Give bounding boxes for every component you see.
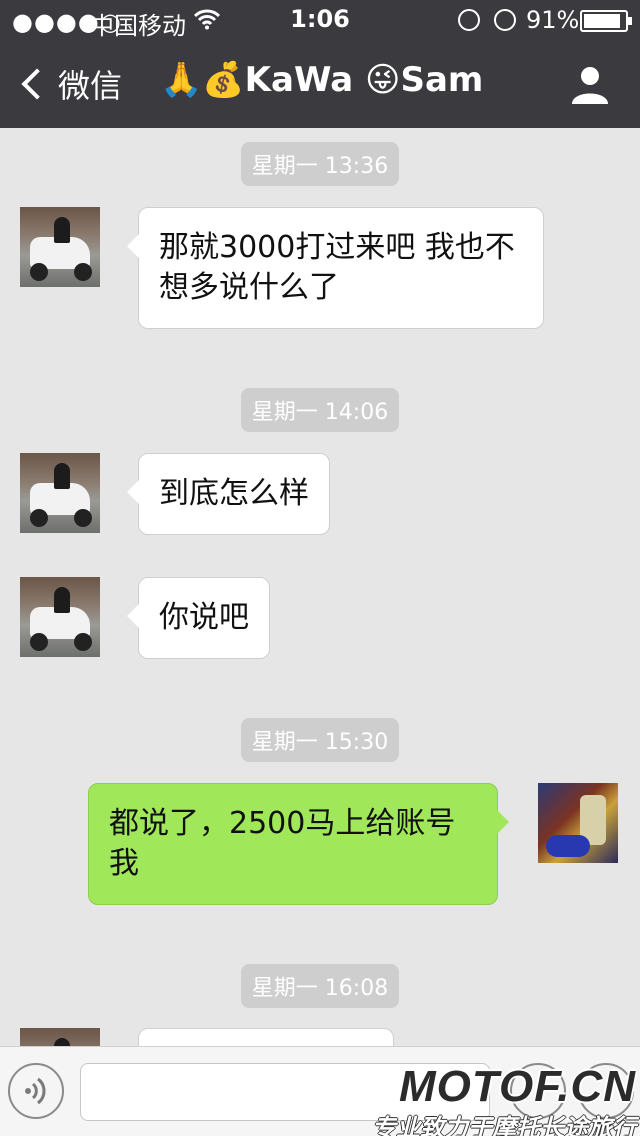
message-input[interactable]	[80, 1063, 490, 1121]
rotation-lock-icon	[458, 9, 480, 31]
rider-shape	[54, 1038, 70, 1046]
timestamp-label: 星期一 13:36	[240, 142, 400, 186]
wheel-shape	[30, 509, 48, 527]
back-label: 微信	[58, 67, 123, 105]
contact-avatar[interactable]	[20, 207, 100, 287]
message-timestamp: 星期一 14:06	[0, 388, 640, 432]
voice-icon	[25, 1077, 46, 1105]
my-avatar[interactable]	[538, 783, 618, 863]
battery-percent: 91%	[526, 6, 580, 34]
rider-shape	[54, 217, 70, 243]
incoming-message-bubble[interactable]	[138, 1028, 394, 1046]
contact-avatar[interactable]	[20, 1028, 100, 1046]
message-timestamp: 星期一 15:30	[0, 718, 640, 762]
status-bar: ●●●●○ 中国移动 1:06 91%	[0, 0, 640, 40]
chat-title: 🙏💰KaWa 😜Sam	[160, 60, 484, 100]
timestamp-label: 星期一 16:08	[240, 964, 400, 1008]
timestamp-label: 星期一 15:30	[240, 718, 400, 762]
battery-cap	[628, 17, 632, 25]
chat-area[interactable]: 星期一 13:36 那就3000打过来吧 我也不想多说什么了 星期一 14:06…	[0, 128, 640, 1046]
voice-button[interactable]	[8, 1063, 64, 1119]
incoming-message-bubble[interactable]: 你说吧	[127, 577, 270, 659]
chevron-left-icon	[21, 68, 53, 100]
battery-fill	[584, 14, 621, 28]
incoming-message-bubble[interactable]: 那就3000打过来吧 我也不想多说什么了	[127, 207, 544, 329]
rider-shape	[54, 463, 70, 489]
wheel-shape	[74, 509, 92, 527]
battery-icon	[580, 10, 632, 32]
wheel-shape	[30, 633, 48, 651]
more-button[interactable]	[578, 1063, 634, 1119]
profile-icon[interactable]	[570, 64, 610, 104]
outgoing-message-bubble[interactable]: 都说了，2500马上给账号我	[88, 783, 509, 905]
message-timestamp: 星期一 16:08	[0, 964, 640, 1008]
tank-shape	[546, 835, 590, 857]
back-button[interactable]: 微信	[18, 62, 122, 106]
navigation-bar: ●●●●○ 中国移动 1:06 91% 微信 🙏💰KaWa 😜Sam	[0, 0, 640, 128]
contact-avatar[interactable]	[20, 577, 100, 657]
wheel-shape	[74, 263, 92, 281]
contact-avatar[interactable]	[20, 453, 100, 533]
message-timestamp: 星期一 13:36	[0, 142, 640, 186]
input-bar	[0, 1046, 640, 1136]
incoming-message-bubble[interactable]: 到底怎么样	[127, 453, 330, 535]
wheel-shape	[74, 633, 92, 651]
rider-shape	[54, 587, 70, 613]
wheel-shape	[30, 263, 48, 281]
emoji-button[interactable]	[510, 1063, 566, 1119]
alarm-icon	[494, 9, 516, 31]
timestamp-label: 星期一 14:06	[240, 388, 400, 432]
